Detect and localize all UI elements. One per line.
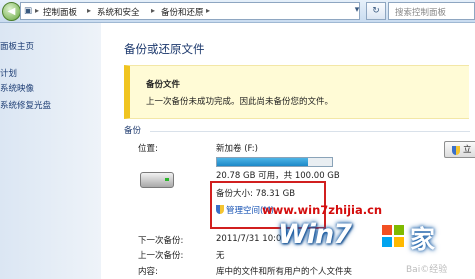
content-value: 库中的文件和所有用户的个人文件夹 bbox=[216, 267, 353, 277]
address-bar: ◀ ▣ ▸ 控制面板 ▸ 系统和安全 ▸ 备份和还原 ▸ ▾ ↻ 搜索控制面板 bbox=[0, 0, 475, 23]
sidebar-item-schedule[interactable]: 计划 bbox=[0, 67, 17, 79]
sidebar-item-system-image[interactable]: 系统映像 bbox=[0, 82, 34, 94]
refresh-icon: ↻ bbox=[372, 6, 380, 16]
content-label: 内容: bbox=[138, 267, 158, 277]
baidu-watermark: Bai©经验 bbox=[406, 265, 448, 275]
location-label: 位置: bbox=[138, 144, 158, 154]
capacity-bar bbox=[216, 157, 333, 167]
watermark-char: 家 bbox=[410, 225, 436, 254]
breadcrumb-separator: ▸ bbox=[35, 6, 40, 15]
crumb-system-security[interactable]: 系统和安全 bbox=[97, 6, 140, 18]
breadcrumb-separator: ▸ bbox=[87, 6, 92, 15]
drive-icon bbox=[140, 172, 174, 188]
refresh-button[interactable]: ↻ bbox=[366, 2, 386, 20]
backup-now-label: 立 bbox=[463, 145, 472, 155]
backup-now-button[interactable]: 立 bbox=[444, 141, 475, 158]
capacity-text: 20.78 GB 可用，共 100.00 GB bbox=[216, 171, 340, 181]
page-title: 备份或还原文件 bbox=[124, 42, 205, 56]
search-placeholder: 搜索控制面板 bbox=[395, 8, 447, 18]
back-icon: ◀ bbox=[7, 6, 16, 17]
sidebar-item-repair-disc[interactable]: 系统修复光盘 bbox=[0, 99, 51, 111]
crumb-control-panel[interactable]: 控制面板 bbox=[43, 6, 77, 18]
last-backup-label: 上一次备份: bbox=[138, 251, 184, 261]
breadcrumb[interactable]: ▣ ▸ 控制面板 ▸ 系统和安全 ▸ 备份和还原 ▸ bbox=[20, 2, 360, 20]
sidebar-item-home[interactable]: 面板主页 bbox=[0, 40, 34, 52]
dropdown-icon[interactable]: ▾ bbox=[348, 3, 366, 17]
folder-icon: ▣ bbox=[24, 6, 33, 16]
location-value: 新加卷 (F:) bbox=[216, 144, 258, 154]
capacity-bar-fill bbox=[217, 158, 308, 166]
warning-detail: 上一次备份未成功完成。因此尚未备份您的文件。 bbox=[146, 97, 334, 107]
watermark-logo: Win7 bbox=[278, 219, 352, 250]
warning-heading: 备份文件 bbox=[146, 80, 181, 90]
warning-banner: 备份文件 上一次备份未成功完成。因此尚未备份您的文件。 bbox=[124, 65, 469, 119]
watermark-site: www.win7zhijia.cn bbox=[262, 203, 383, 217]
backup-size: 备份大小: 78.31 GB bbox=[216, 189, 296, 199]
next-backup-label: 下一次备份: bbox=[138, 236, 184, 246]
last-backup-value: 无 bbox=[216, 251, 225, 261]
back-button[interactable]: ◀ bbox=[2, 2, 21, 21]
next-backup-value: 2011/7/31 10:00 bbox=[216, 234, 287, 244]
section-backup-label: 备份 bbox=[124, 126, 142, 136]
shield-icon bbox=[452, 146, 460, 155]
breadcrumb-separator: ▸ bbox=[151, 6, 156, 15]
section-divider bbox=[150, 131, 470, 132]
shield-icon bbox=[216, 205, 224, 214]
sidebar: 面板主页 计划 系统映像 系统修复光盘 bbox=[0, 23, 101, 279]
crumb-backup-restore[interactable]: 备份和还原 bbox=[161, 6, 204, 18]
search-input[interactable]: 搜索控制面板 bbox=[388, 2, 475, 20]
windows-flag-icon bbox=[382, 225, 406, 249]
breadcrumb-separator: ▸ bbox=[206, 6, 211, 15]
